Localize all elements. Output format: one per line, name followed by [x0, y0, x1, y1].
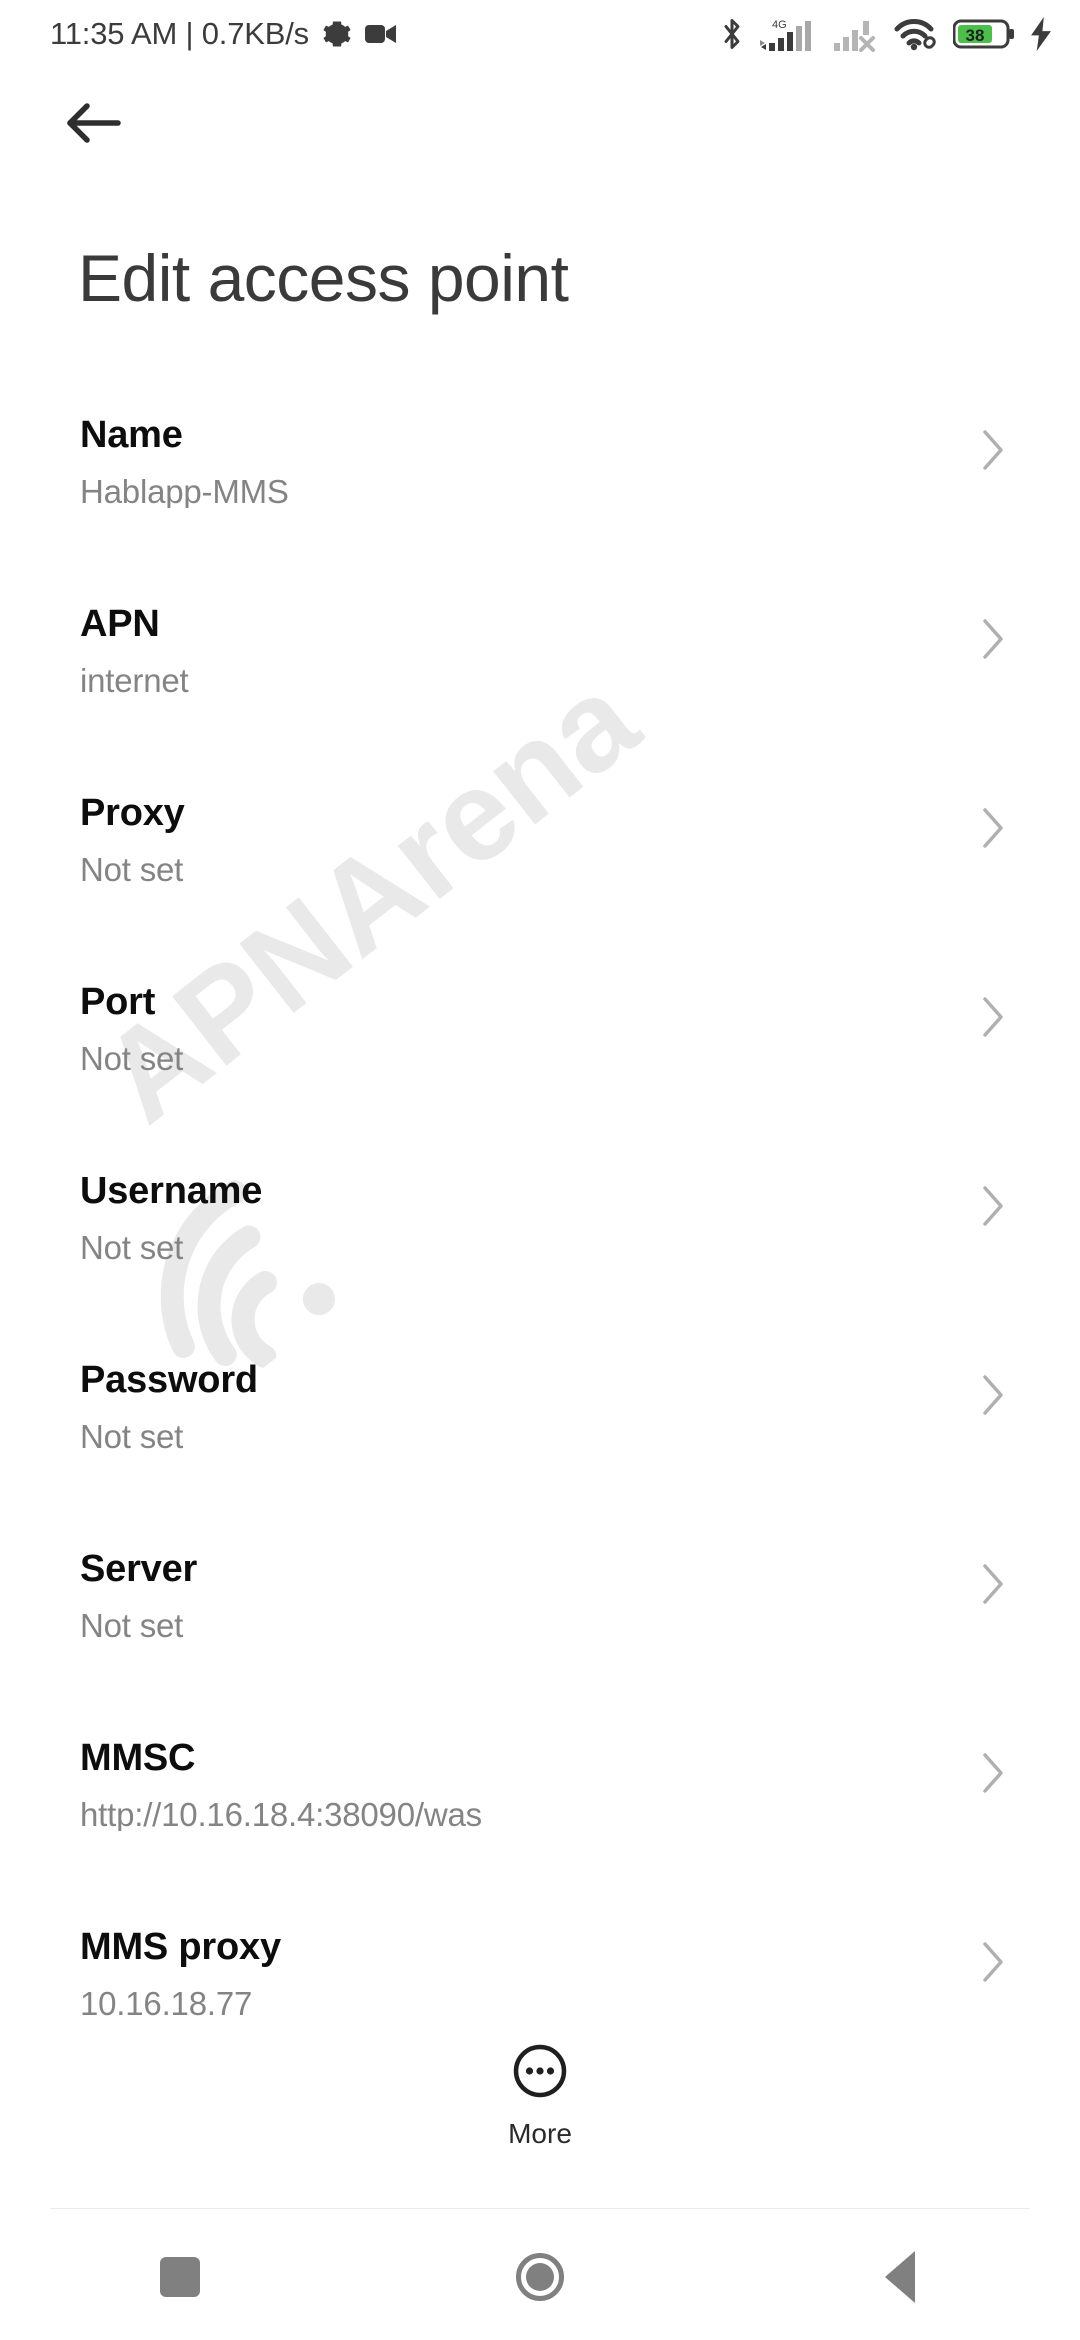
list-item[interactable]: Proxy Not set: [0, 750, 1080, 939]
battery-percent-label: 38: [966, 26, 985, 45]
signal-sim2-no-service-icon: [833, 16, 881, 52]
chevron-right-icon: [980, 1184, 1006, 1233]
navigation-bar: [0, 2214, 1080, 2340]
list-item-value: http://10.16.18.4:38090/was: [80, 1796, 482, 1831]
more-circle-icon: [511, 2042, 569, 2105]
list-item-value: Not set: [80, 1418, 184, 1453]
app-bar: [0, 68, 1080, 178]
status-bar: 11:35 AM | 0.7KB/s 4G 38: [0, 0, 1080, 68]
status-bar-right: 4G 38: [719, 16, 1054, 52]
phone-screen: 11:35 AM | 0.7KB/s 4G 38 Edit access poi…: [0, 0, 1080, 2340]
chevron-right-icon: [980, 428, 1006, 477]
video-camera-icon: [364, 22, 397, 46]
list-item-title: APN: [80, 603, 160, 645]
chevron-right-icon: [980, 617, 1006, 666]
list-item[interactable]: Server Not set: [0, 1506, 1080, 1695]
list-item-title: Username: [80, 1170, 263, 1212]
list-item-value: 10.16.18.77: [80, 1985, 253, 2020]
chevron-right-icon: [980, 806, 1006, 855]
chevron-right-icon: [980, 1562, 1006, 1611]
settings-list: Name Hablapp-MMS APN internet Proxy Not …: [0, 372, 1080, 2073]
list-item-title: MMS proxy: [80, 1926, 281, 1968]
chevron-right-icon: [980, 1940, 1006, 1989]
list-item[interactable]: Password Not set: [0, 1317, 1080, 1506]
triangle-left-icon: [885, 2251, 915, 2303]
back-arrow-icon[interactable]: [56, 85, 132, 161]
list-item-title: Password: [80, 1359, 258, 1401]
gear-icon: [322, 19, 352, 49]
nav-home-button[interactable]: [465, 2214, 615, 2340]
list-item-value: Not set: [80, 1229, 184, 1264]
nav-back-button[interactable]: [825, 2214, 975, 2340]
list-item-title: Server: [80, 1548, 198, 1590]
more-button-label: More: [508, 2118, 572, 2149]
bluetooth-icon: [719, 16, 745, 52]
list-item-value: internet: [80, 662, 189, 697]
page-title: Edit access point: [78, 241, 569, 315]
list-item-title: Proxy: [80, 792, 185, 834]
list-item[interactable]: MMSC http://10.16.18.4:38090/was: [0, 1695, 1080, 1884]
charging-bolt-icon: [1028, 17, 1054, 51]
chevron-right-icon: [980, 995, 1006, 1044]
chevron-right-icon: [980, 1373, 1006, 1422]
more-button[interactable]: More: [0, 2042, 1080, 2150]
battery-icon: 38: [953, 17, 1015, 51]
list-item-value: Not set: [80, 1040, 184, 1075]
bottom-divider: [50, 2208, 1030, 2209]
list-item-title: Name: [80, 414, 183, 456]
square-icon: [160, 2257, 200, 2297]
circle-icon: [516, 2253, 564, 2301]
list-item[interactable]: APN internet: [0, 561, 1080, 750]
wifi-icon: [894, 16, 940, 52]
nav-recents-button[interactable]: [105, 2214, 255, 2340]
signal-4g-icon: 4G: [758, 16, 820, 52]
status-bar-left: 11:35 AM | 0.7KB/s: [50, 16, 397, 52]
list-item[interactable]: Name Hablapp-MMS: [0, 372, 1080, 561]
list-item-title: Port: [80, 981, 156, 1023]
list-item-value: Not set: [80, 851, 184, 886]
list-item-value: Hablapp-MMS: [80, 473, 289, 508]
network-type-label: 4G: [772, 19, 787, 31]
list-item-value: Not set: [80, 1607, 184, 1642]
status-bar-clock: 11:35 AM | 0.7KB/s: [50, 16, 309, 51]
list-item-title: MMSC: [80, 1737, 196, 1779]
chevron-right-icon: [980, 1751, 1006, 1800]
list-item[interactable]: Port Not set: [0, 939, 1080, 1128]
list-item[interactable]: Username Not set: [0, 1128, 1080, 1317]
